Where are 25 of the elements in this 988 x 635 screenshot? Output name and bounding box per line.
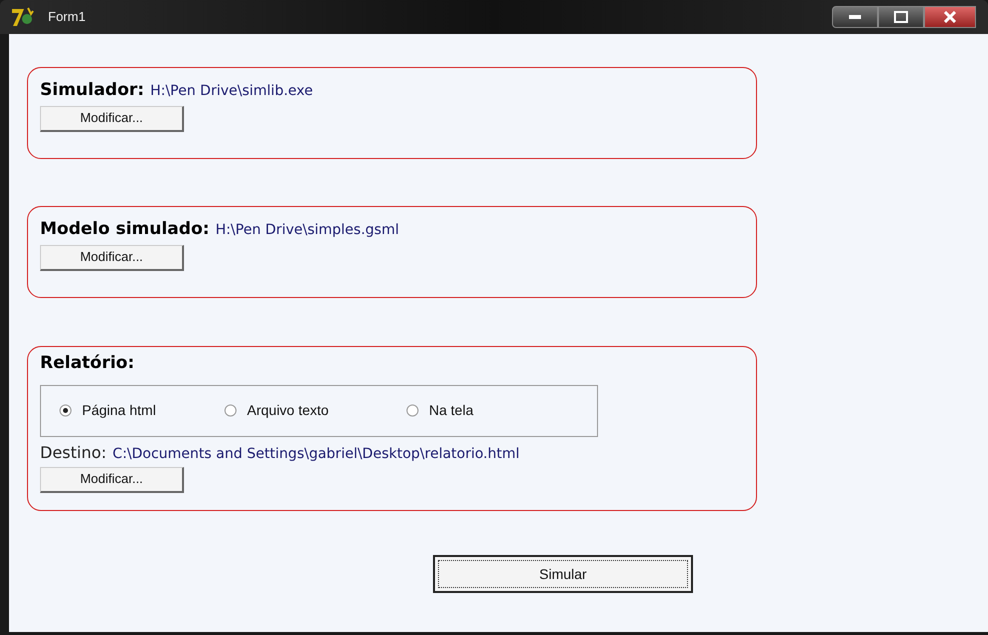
- maximize-icon: [894, 11, 908, 23]
- section-label: Simulador:: [40, 79, 144, 102]
- section-label: Modelo simulado:: [40, 218, 210, 241]
- modify-button[interactable]: Modificar...: [40, 466, 184, 492]
- radio-option[interactable]: Página html: [59, 400, 224, 421]
- radio-button[interactable]: [59, 404, 72, 417]
- close-button[interactable]: [924, 6, 976, 28]
- app-logo-icon: [10, 6, 36, 28]
- radio-button[interactable]: [224, 404, 237, 417]
- section-label: Relatório:: [40, 352, 136, 375]
- radio-button[interactable]: [406, 404, 419, 417]
- modify-button[interactable]: Modificar...: [40, 106, 184, 132]
- close-icon: [944, 11, 956, 23]
- file-path: H:\Pen Drive\simples.gsml: [215, 221, 399, 240]
- minimize-button[interactable]: [832, 6, 878, 28]
- maximize-button[interactable]: [878, 6, 924, 28]
- radio-option[interactable]: Arquivo texto: [224, 400, 406, 421]
- minimize-icon: [849, 15, 861, 19]
- simulate-button[interactable]: Simular: [433, 555, 693, 593]
- modify-button[interactable]: Modificar...: [40, 244, 184, 270]
- file-path: C:\Documents and Settings\gabriel\Desktop\relatorio.html: [112, 444, 520, 464]
- file-path: H:\Pen Drive\simlib.exe: [150, 82, 313, 101]
- section-label: Destino:: [40, 442, 107, 464]
- window-title: Form1: [48, 8, 86, 26]
- radio-option[interactable]: Na tela: [406, 400, 566, 421]
